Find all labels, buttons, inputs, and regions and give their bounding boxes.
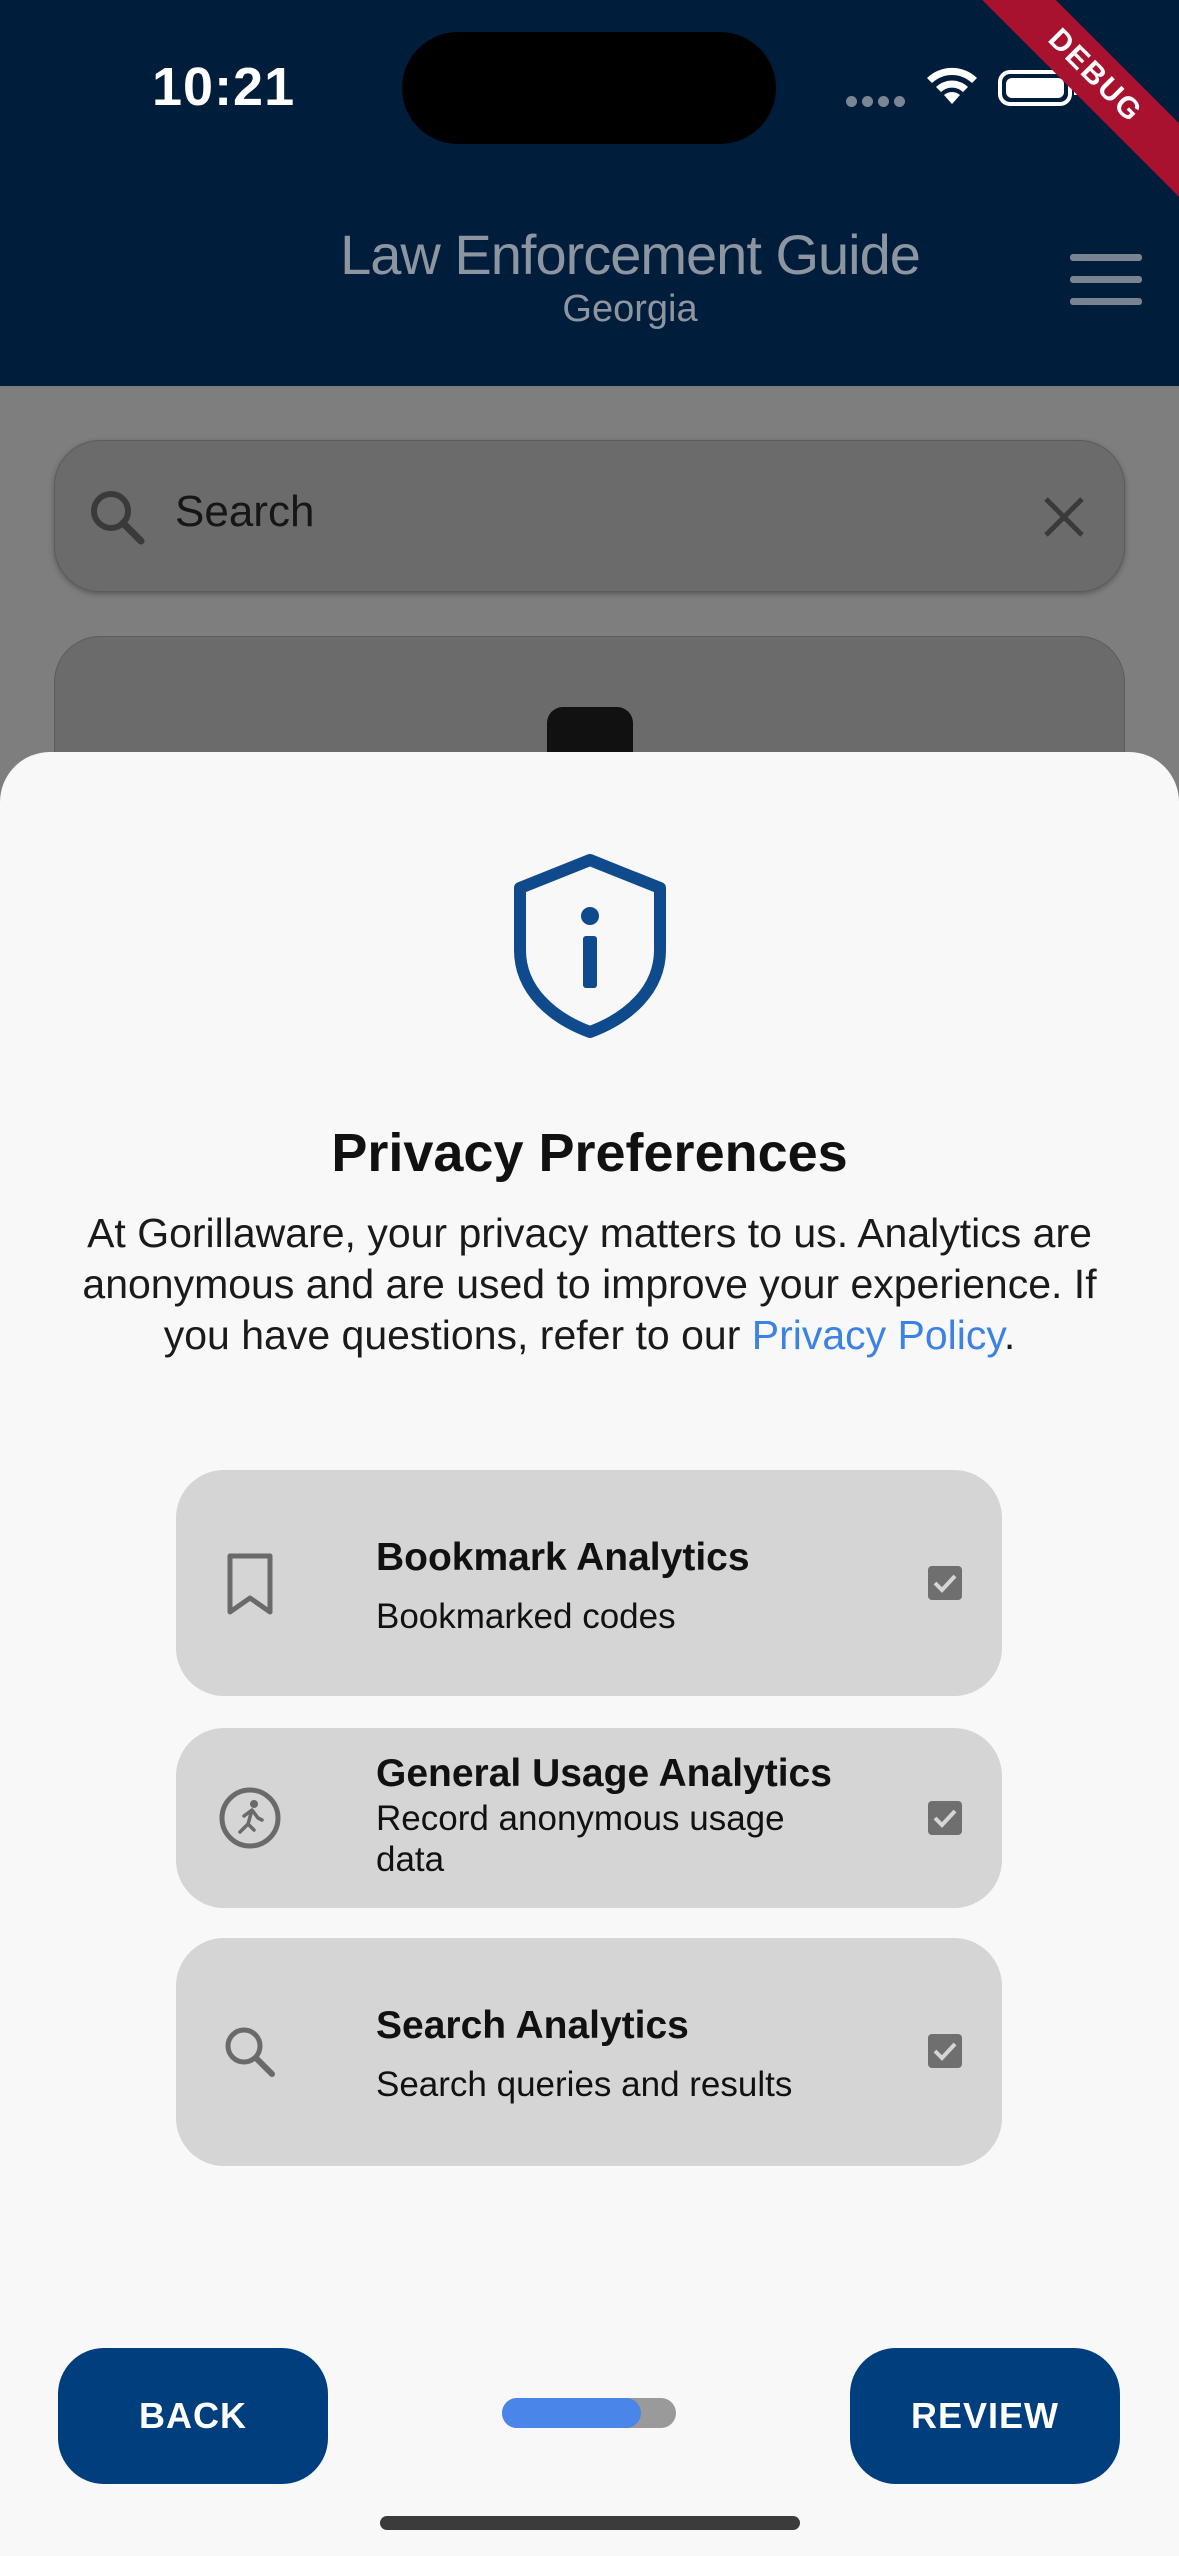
progress-fill bbox=[502, 2398, 642, 2428]
bookmark-analytics-option[interactable]: Bookmark Analytics Bookmarked codes bbox=[176, 1470, 1002, 1696]
running-person-icon bbox=[219, 1787, 281, 1849]
dynamic-island bbox=[402, 32, 776, 144]
option-title: Bookmark Analytics bbox=[376, 1536, 750, 1579]
back-button[interactable]: BACK bbox=[58, 2348, 328, 2484]
option-title: Search Analytics bbox=[376, 2004, 689, 2047]
app-subtitle: Georgia bbox=[562, 288, 698, 330]
option-subtitle: Record anonymous usage data bbox=[376, 1799, 785, 1879]
wifi-icon bbox=[927, 67, 977, 104]
onboarding-progress bbox=[502, 2398, 676, 2428]
home-indicator bbox=[380, 2516, 800, 2530]
search-placeholder: Search bbox=[175, 487, 315, 536]
description-end: . bbox=[1003, 1312, 1016, 1358]
privacy-policy-link[interactable]: Privacy Policy bbox=[752, 1312, 1004, 1358]
shield-info-icon bbox=[514, 854, 666, 1038]
sheet-description: At Gorillaware, your privacy matters to … bbox=[70, 1208, 1109, 1361]
app-title: Law Enforcement Guide bbox=[340, 223, 921, 286]
status-time: 10:21 bbox=[152, 57, 296, 117]
search-analytics-option[interactable]: Search Analytics Search queries and resu… bbox=[176, 1938, 1002, 2166]
sheet-title: Privacy Preferences bbox=[331, 1123, 848, 1183]
option-title: General Usage Analytics bbox=[376, 1752, 832, 1795]
option-subtitle: Bookmarked codes bbox=[376, 1597, 676, 1636]
clear-icon[interactable] bbox=[1038, 491, 1090, 543]
option-subtitle: Search queries and results bbox=[376, 2065, 793, 2104]
cellular-signal-icon bbox=[846, 96, 906, 108]
bookmark-analytics-checkbox[interactable] bbox=[928, 1566, 962, 1600]
privacy-preferences-sheet: Privacy Preferences At Gorillaware, your… bbox=[0, 752, 1179, 2556]
search-icon bbox=[91, 491, 145, 545]
search-icon bbox=[225, 2027, 275, 2077]
search-analytics-checkbox[interactable] bbox=[928, 2034, 962, 2068]
hamburger-menu-icon[interactable] bbox=[1070, 254, 1142, 306]
app-bar: 10:21 DEBUG Law Enforcement Guide Georgi… bbox=[0, 0, 1179, 386]
search-input[interactable]: Search bbox=[54, 440, 1125, 592]
general-usage-analytics-option[interactable]: General Usage Analytics Record anonymous… bbox=[176, 1728, 1002, 1908]
review-button[interactable]: REVIEW bbox=[850, 2348, 1120, 2484]
bookmark-icon bbox=[227, 1553, 273, 1615]
general-usage-analytics-checkbox[interactable] bbox=[928, 1801, 962, 1835]
